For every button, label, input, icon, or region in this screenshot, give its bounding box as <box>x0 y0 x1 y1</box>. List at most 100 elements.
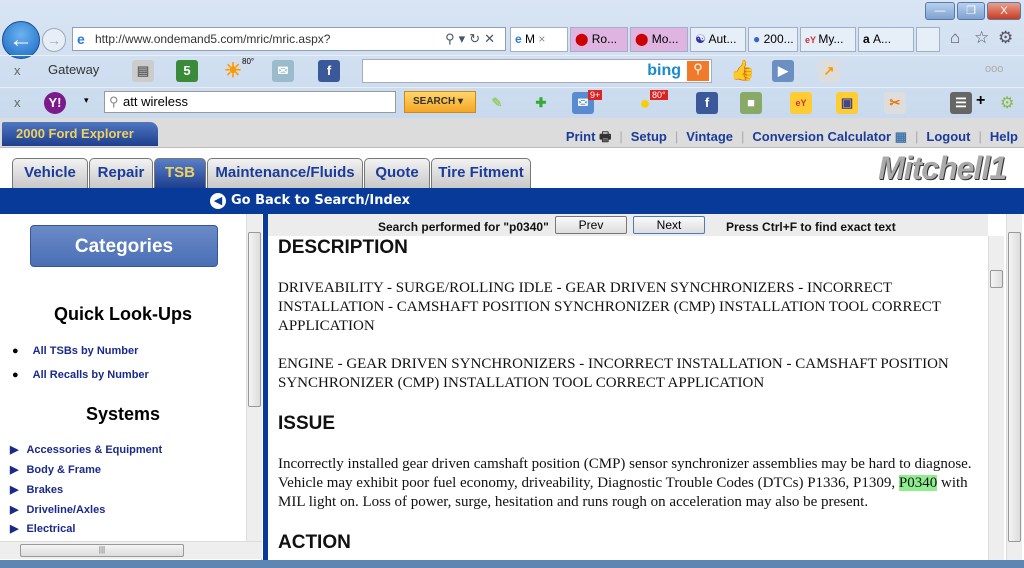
facebook-icon[interactable]: f <box>696 92 718 114</box>
settings-icon[interactable]: ⚙ <box>1000 93 1014 113</box>
all-recalls-link[interactable]: All Recalls by Number <box>33 369 149 381</box>
minimize-button[interactable]: — <box>925 2 955 20</box>
gear-icon[interactable]: ⚙ <box>998 28 1013 48</box>
search-button[interactable]: SEARCH ▾ <box>404 91 476 113</box>
facebook-icon[interactable]: f <box>318 60 340 82</box>
browser-tab[interactable]: e M × <box>510 27 568 52</box>
tab-label: A... <box>873 32 892 46</box>
next-button[interactable]: Next <box>633 216 705 234</box>
close-tab-icon[interactable]: × <box>538 32 545 46</box>
tab-tsb[interactable]: TSB <box>154 158 206 188</box>
setup-link[interactable]: Setup <box>631 129 667 144</box>
home-icon[interactable]: ⌂ <box>950 28 960 48</box>
weather-sun-icon[interactable]: ☀ <box>222 60 244 82</box>
left-vertical-scrollbar[interactable] <box>246 214 262 541</box>
tab-maintenance-fluids[interactable]: Maintenance/Fluids <box>207 158 363 188</box>
document-content: DESCRIPTION DRIVEABILITY - SURGE/ROLLING… <box>268 236 988 560</box>
list-item[interactable]: ● All Recalls by Number <box>12 369 149 381</box>
scroll-thumb[interactable] <box>990 270 1003 288</box>
printer-icon[interactable]: 🖶 <box>599 129 611 144</box>
tab-quote[interactable]: Quote <box>364 158 430 188</box>
triangle-icon: ▶ <box>10 504 19 516</box>
scroll-thumb[interactable] <box>1008 232 1021 542</box>
browser-tab[interactable]: ● 200... <box>748 27 798 52</box>
browser-tab[interactable]: ⬤ Mo... <box>630 27 688 52</box>
address-controls[interactable]: ⚲▾↻✕ <box>445 28 499 50</box>
add-icon[interactable]: ✚ <box>530 92 552 114</box>
mail-icon[interactable]: ✉ <box>272 60 294 82</box>
categories-button[interactable]: Categories <box>30 225 218 267</box>
back-arrow-icon[interactable]: ◀ <box>210 193 226 209</box>
restore-button[interactable]: ❐ <box>957 2 985 20</box>
like-icon[interactable]: 👍 <box>730 60 755 82</box>
browser-tab[interactable]: a A... <box>858 27 914 52</box>
scroll-thumb[interactable] <box>248 232 261 407</box>
coupons-icon[interactable]: ✂ <box>884 92 906 114</box>
address-bar[interactable]: e http://www.ondemand5.com/mric/mric.aspx… <box>72 27 506 51</box>
scroll-thumb[interactable]: ||| <box>20 544 184 557</box>
search-icon[interactable]: ⚲ <box>687 61 709 81</box>
vintage-link[interactable]: Vintage <box>686 129 733 144</box>
browser-tab[interactable]: eY My... <box>800 27 856 52</box>
yahoo-toolbar: x Y! ▾ ⚲ att wireless SEARCH ▾ ✎ ✚ ✉ 9+ ●… <box>0 87 1024 117</box>
conversion-calculator-link[interactable]: Conversion Calculator <box>752 129 891 144</box>
news-icon[interactable]: ▤ <box>132 60 154 82</box>
go-back-link[interactable]: Go Back to Search/Index <box>231 193 410 208</box>
issue-text: Incorrectly installed gear driven camsha… <box>278 456 972 491</box>
content-scrollbar[interactable] <box>988 236 1004 560</box>
search-hint: Press Ctrl+F to find exact text <box>726 220 896 234</box>
more-icon[interactable]: ooo <box>985 63 1003 75</box>
left-horizontal-scrollbar[interactable]: ||| <box>0 541 262 559</box>
video-icon[interactable]: ▶ <box>772 60 794 82</box>
browser-tab[interactable]: ⬤ Ro... <box>570 27 628 52</box>
plus-icon[interactable]: + <box>976 92 985 110</box>
description-paragraph: DRIVEABILITY - SURGE/ROLLING IDLE - GEAR… <box>278 280 941 334</box>
ebay-icon: eY <box>805 35 819 45</box>
systems-heading: Systems <box>85 404 161 424</box>
browser-tab[interactable]: ☯ Aut... <box>690 27 746 52</box>
system-label: Body & Frame <box>26 464 102 476</box>
system-item[interactable]: ▶ Brakes <box>10 483 63 496</box>
ebay-icon[interactable]: eY <box>790 92 812 114</box>
search-value: att wireless <box>123 94 189 109</box>
triangle-icon: ▶ <box>10 484 19 496</box>
system-item[interactable]: ▶ Body & Frame <box>10 463 101 476</box>
new-tab-button[interactable] <box>916 27 940 52</box>
forward-button[interactable]: → <box>42 28 66 52</box>
close-toolbar-icon[interactable]: x <box>14 63 21 78</box>
close-toolbar-icon[interactable]: x <box>14 95 21 110</box>
list-item[interactable]: ● All TSBs by Number <box>12 345 138 357</box>
bing-search-input[interactable]: bing ⚲ <box>362 59 712 83</box>
prev-button[interactable]: Prev <box>555 216 627 234</box>
dropdown-arrow-icon[interactable]: ▾ <box>84 95 89 106</box>
calculator-icon[interactable]: ▦ <box>895 129 907 144</box>
back-button[interactable]: ← <box>2 21 40 59</box>
frame-scrollbar[interactable] <box>1006 214 1022 560</box>
highlighter-icon[interactable]: ✎ <box>486 92 508 114</box>
games-icon[interactable]: ■ <box>740 92 762 114</box>
help-link[interactable]: Help <box>990 129 1018 144</box>
maps-icon[interactable]: 5 <box>176 60 198 82</box>
system-item[interactable]: ▶ Accessories & Equipment <box>10 443 162 456</box>
system-item[interactable]: ▶ Electrical <box>10 522 75 535</box>
print-link[interactable]: Print <box>566 129 596 144</box>
vehicle-selector[interactable]: 2000 Ford Explorer <box>2 122 158 146</box>
logout-link[interactable]: Logout <box>926 129 970 144</box>
close-window-button[interactable]: X <box>987 2 1021 20</box>
stocks-icon[interactable]: ↗ <box>818 60 840 82</box>
shopping-icon[interactable]: ▣ <box>836 92 858 114</box>
favorites-star-icon[interactable]: ☆ <box>974 28 989 48</box>
menu-icon[interactable]: ☰ <box>950 92 972 114</box>
ie-icon: e <box>515 32 526 46</box>
site-icon: ☯ <box>695 32 709 46</box>
tab-repair[interactable]: Repair <box>89 158 153 188</box>
yahoo-icon[interactable]: Y! <box>44 92 66 114</box>
system-label: Accessories & Equipment <box>26 444 163 456</box>
system-item[interactable]: ▶ Driveline/Axles <box>10 503 105 516</box>
tab-tire-fitment[interactable]: Tire Fitment <box>431 158 531 188</box>
system-label: Driveline/Axles <box>26 504 106 516</box>
yahoo-search-input[interactable]: ⚲ att wireless <box>104 91 396 113</box>
action-heading: ACTION <box>278 532 351 553</box>
all-tsbs-link[interactable]: All TSBs by Number <box>33 345 139 357</box>
tab-vehicle[interactable]: Vehicle <box>12 158 88 188</box>
